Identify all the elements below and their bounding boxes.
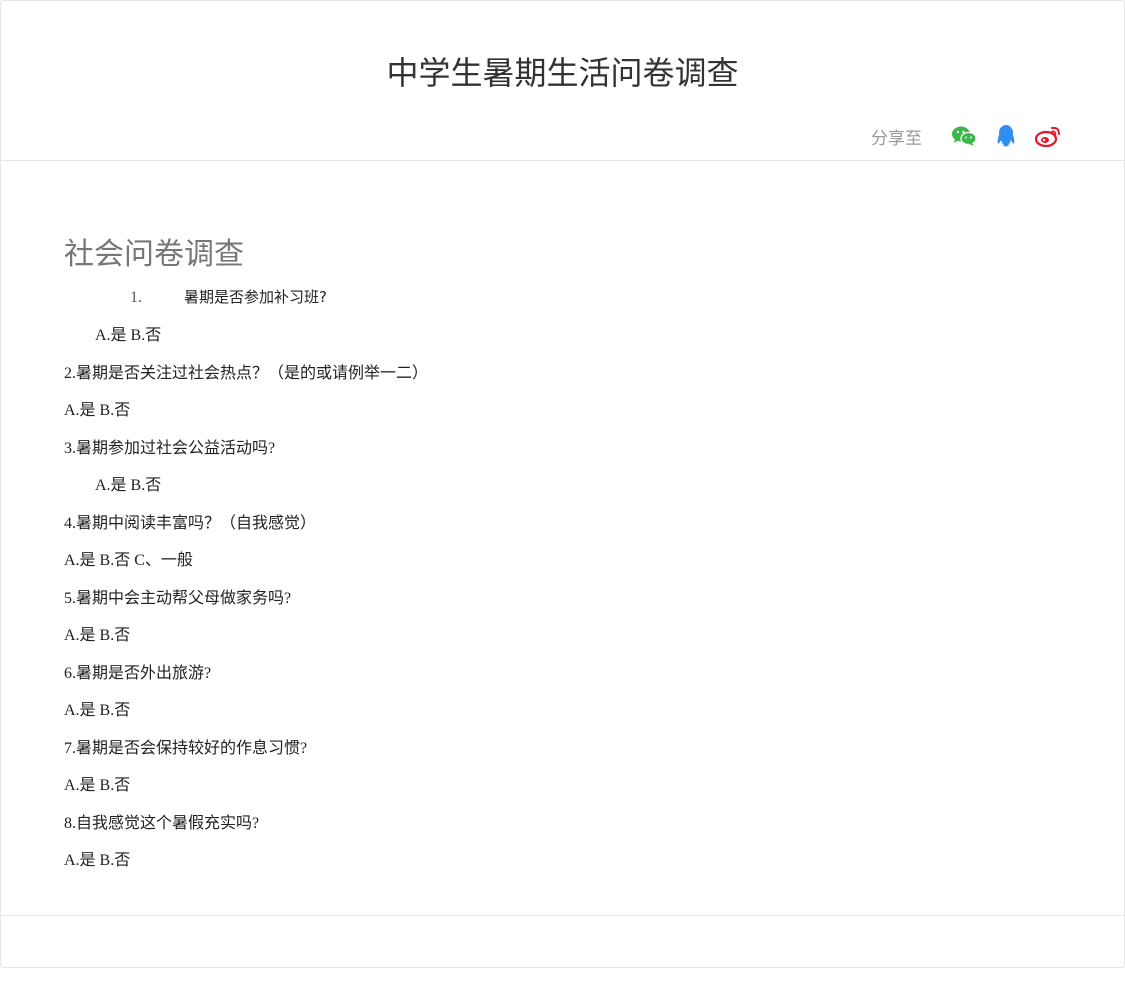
question-1-text: 暑期是否参加补习班? [184, 288, 327, 306]
section-title: 社会问卷调查 [64, 237, 244, 272]
wechat-icon[interactable] [950, 122, 978, 150]
question-8-text: 8.自我感觉这个暑假充实吗? [64, 814, 260, 832]
question-7-options: A.是 B.否 [64, 777, 131, 794]
question-2-options: A.是 B.否 [64, 402, 131, 419]
question-4-options: A.是 B.否 C、一般 [64, 552, 193, 569]
article-content: 社会问卷调查 1. 暑期是否参加补习班? A.是 B.否 2.暑期是否关注过社会… [64, 231, 1064, 880]
share-label: 分享至 [871, 128, 922, 149]
qq-icon[interactable] [992, 122, 1020, 150]
question-5-options: A.是 B.否 [64, 627, 131, 644]
question-1: 1. 暑期是否参加补习班? [64, 279, 1064, 317]
question-1-options: A.是 B.否 [95, 327, 162, 344]
question-3-text: 3.暑期参加过社会公益活动吗? [64, 439, 276, 457]
question-3-options: A.是 B.否 [95, 477, 162, 494]
page-title: 中学生暑期生活问卷调查 [386, 54, 739, 92]
article-card: 中学生暑期生活问卷调查 分享至 社会问卷调查 1. 暑期是否参加补习班? A.是… [0, 0, 1125, 968]
article-header: 中学生暑期生活问卷调查 分享至 [1, 1, 1124, 161]
question-8-options: A.是 B.否 [64, 852, 131, 869]
question-5-text: 5.暑期中会主动帮父母做家务吗? [64, 589, 292, 607]
question-6-options: A.是 B.否 [64, 702, 131, 719]
article-footer [1, 915, 1124, 968]
question-2-text: 2.暑期是否关注过社会热点？（是的或请例举一二） [64, 364, 429, 382]
question-6-text: 6.暑期是否外出旅游? [64, 664, 212, 682]
question-7-text: 7.暑期是否会保持较好的作息习惯? [64, 739, 308, 757]
weibo-icon[interactable] [1034, 122, 1062, 150]
share-bar: 分享至 [871, 121, 1062, 151]
question-1-number: 1. [130, 289, 142, 306]
question-4-text: 4.暑期中阅读丰富吗？（自我感觉） [64, 514, 317, 532]
